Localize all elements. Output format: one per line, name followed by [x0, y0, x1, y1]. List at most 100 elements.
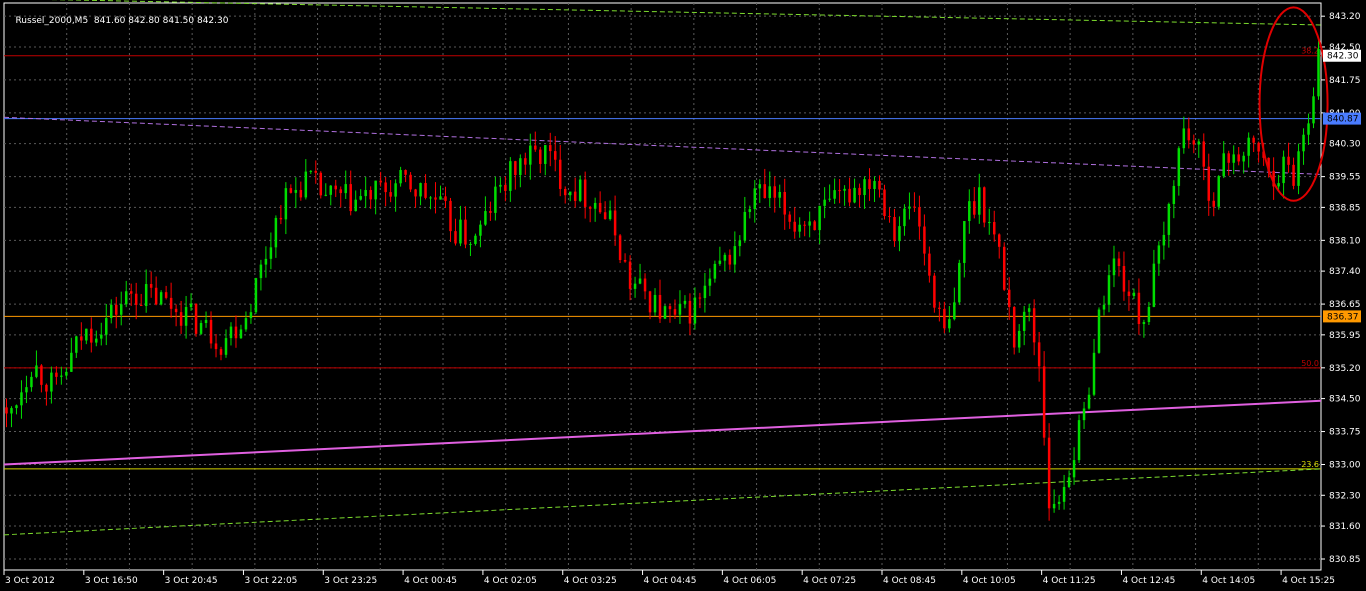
- candle-body: [279, 217, 283, 220]
- candle-body: [184, 307, 188, 326]
- candle-body: [823, 199, 826, 206]
- candle-body: [1137, 292, 1141, 325]
- candle-body: [618, 235, 622, 261]
- candle-body: [389, 192, 392, 197]
- candle-body: [997, 234, 1001, 247]
- candle-body: [1312, 96, 1315, 124]
- x-tick-label: 3 Oct 16:50: [85, 576, 138, 586]
- candle-body: [838, 190, 841, 192]
- price-badge-label: 842.30: [1327, 52, 1359, 62]
- x-tick-label: 4 Oct 12:45: [1122, 576, 1175, 586]
- candle-body: [1182, 128, 1186, 149]
- candle-body: [1197, 141, 1201, 145]
- candle-body: [868, 179, 871, 190]
- candle-body: [903, 208, 906, 227]
- price-chart[interactable]: 843.20842.50841.75841.00840.30839.55838.…: [0, 0, 1366, 591]
- candle-body: [728, 254, 732, 265]
- y-tick-label: 839.55: [1329, 173, 1361, 183]
- candle-body: [1052, 503, 1056, 509]
- candle-body: [529, 145, 532, 165]
- candle-body: [1257, 142, 1260, 152]
- candle-body: [319, 172, 323, 196]
- candle-body: [80, 336, 83, 341]
- y-tick-label: 836.65: [1329, 300, 1361, 310]
- candle-body: [1317, 48, 1320, 97]
- candle-body: [10, 408, 13, 414]
- candle-body: [229, 326, 233, 339]
- candle-body: [439, 196, 442, 200]
- candle-body: [414, 189, 417, 197]
- candle-body: [469, 243, 472, 245]
- candle-body: [1067, 477, 1071, 487]
- candle-body: [1282, 156, 1285, 184]
- candle-body: [1307, 123, 1310, 135]
- candle-body: [1032, 308, 1036, 343]
- candle-body: [514, 161, 517, 176]
- candle-body: [603, 212, 607, 220]
- candle-body: [50, 372, 53, 392]
- candle-body: [688, 300, 692, 324]
- candle-body: [149, 284, 153, 288]
- candle-body: [359, 196, 362, 200]
- candle-body: [723, 254, 727, 261]
- candle-body: [803, 224, 806, 226]
- candle-body: [129, 291, 133, 294]
- candle-body: [653, 294, 657, 313]
- x-tick-label: 4 Oct 00:45: [404, 576, 457, 586]
- candle-body: [519, 158, 522, 176]
- candle-body: [534, 145, 537, 150]
- candle-body: [763, 184, 767, 199]
- candle-body: [5, 407, 8, 414]
- candle-body: [1027, 308, 1031, 312]
- x-tick-label: 4 Oct 06:05: [723, 576, 776, 586]
- candle-body: [324, 194, 328, 196]
- candle-body: [449, 200, 452, 232]
- overlay-line-channel-green-lower[interactable]: [3, 468, 1322, 536]
- candle-body: [124, 291, 128, 305]
- x-tick-label: 3 Oct 23:25: [324, 576, 377, 586]
- x-tick-label: 4 Oct 14:05: [1202, 576, 1255, 586]
- overlay-line-trend-magenta[interactable]: [3, 399, 1322, 466]
- y-tick-label: 835.20: [1329, 364, 1361, 374]
- y-tick-label: 841.75: [1329, 76, 1361, 86]
- y-tick-label: 834.50: [1329, 395, 1361, 405]
- candle-body: [888, 216, 891, 218]
- y-tick-label: 833.00: [1329, 461, 1361, 471]
- candle-body: [1207, 166, 1211, 201]
- candle-body: [808, 221, 811, 226]
- candle-body: [918, 207, 921, 227]
- symbol-label: Russel_2000,M5: [15, 16, 89, 26]
- candle-body: [863, 179, 866, 196]
- candle-body: [668, 306, 672, 310]
- candle-body: [349, 184, 352, 212]
- candle-body: [748, 209, 752, 212]
- candle-body: [703, 285, 707, 299]
- candle-body: [419, 183, 422, 197]
- candle-body: [334, 185, 337, 190]
- candle-body: [743, 211, 747, 241]
- candle-body: [269, 247, 273, 259]
- candle-body: [544, 145, 547, 164]
- overlay-line-trend-violet-upper[interactable]: [3, 116, 1322, 175]
- candle-body: [259, 264, 263, 279]
- chart-window[interactable]: 843.20842.50841.75841.00840.30839.55838.…: [0, 0, 1366, 591]
- candle-body: [454, 231, 457, 244]
- candle-body: [978, 187, 981, 215]
- candle-body: [20, 392, 23, 406]
- candle-body: [613, 210, 617, 236]
- y-tick-label: 832.30: [1329, 491, 1361, 501]
- candle-body: [1127, 291, 1131, 296]
- candle-body: [638, 278, 642, 284]
- candle-body: [1247, 137, 1250, 156]
- candle-body: [948, 319, 951, 329]
- candle-body: [1157, 245, 1161, 264]
- candle-body: [119, 304, 123, 315]
- candle-body: [214, 343, 218, 350]
- candle-body: [434, 197, 437, 200]
- candle-body: [154, 287, 158, 305]
- candle-body: [553, 151, 557, 160]
- candle-body: [713, 263, 717, 279]
- y-tick-label: 835.95: [1329, 331, 1361, 341]
- candle-body: [484, 211, 487, 225]
- x-tick-label: 4 Oct 03:25: [564, 576, 617, 586]
